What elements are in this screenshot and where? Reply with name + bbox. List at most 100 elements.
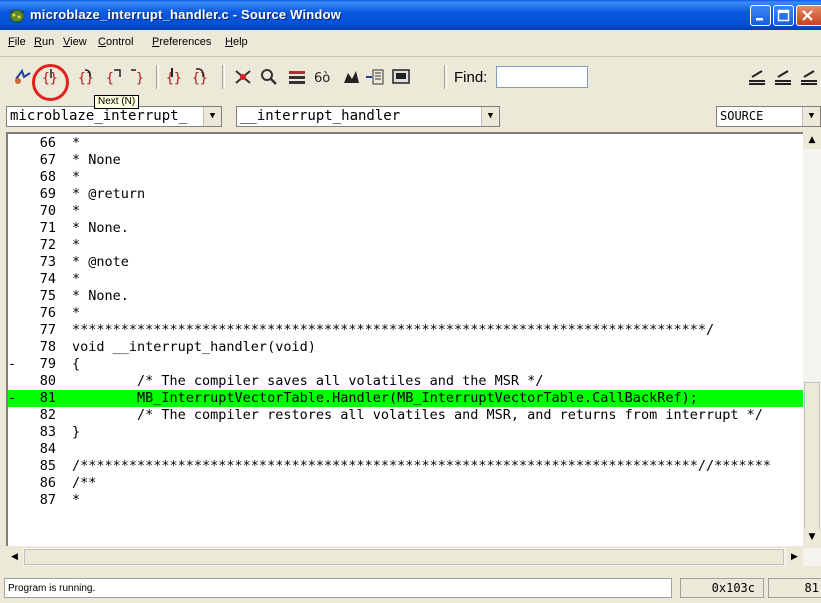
scroll-thumb[interactable] [24,549,784,565]
line-number: 83 [39,424,56,440]
run-icon[interactable] [12,65,34,89]
code-line[interactable]: 69 * @return [8,186,803,203]
code-text: * None [72,152,121,168]
code-line[interactable]: 74 * [8,271,803,288]
file-selector-value: microblaze_interrupt_ [10,108,188,124]
menu-run[interactable]: Run [34,36,54,48]
scroll-right-icon[interactable]: ▶ [786,548,803,566]
code-line[interactable]: - 79 { [8,356,803,373]
find-label: Find: [454,69,488,86]
code-text: } [72,424,81,440]
code-line[interactable]: 80 /* The compiler saves all volatiles a… [8,373,803,390]
finish-icon[interactable]: { [104,65,126,89]
horizontal-scrollbar[interactable]: ◀ ▶ [6,548,821,566]
code-line[interactable]: 68 * [8,169,803,186]
function-selector[interactable]: __interrupt_handler ▼ [236,106,500,127]
code-text: /** [72,475,97,491]
line-number: 72 [39,237,56,253]
chevron-down-icon[interactable]: ▼ [203,107,221,126]
locals-icon[interactable]: 6ò [312,65,334,89]
code-line[interactable]: 66 * [8,135,803,152]
menu-help[interactable]: Help [225,36,248,48]
line-number: 84 [39,441,56,457]
code-text: * [72,169,81,185]
scroll-thumb[interactable] [804,382,820,542]
code-line[interactable]: 85 /*************************************… [8,458,803,475]
minimize-button[interactable] [750,5,771,26]
scroll-down-icon[interactable]: ▼ [803,529,821,546]
code-line[interactable]: 71 * None. [8,220,803,237]
code-line[interactable]: 75 * None. [8,288,803,305]
code-line[interactable]: 77 **************************************… [8,322,803,339]
line-number: 78 [39,339,56,355]
stepi-icon[interactable]: {} [164,65,186,89]
breakpoint-marker[interactable]: - [8,390,16,407]
code-text: * [72,237,81,253]
frame-up-icon[interactable] [746,65,768,89]
mode-selector[interactable]: SOURCE ▼ [716,106,821,127]
menu-view[interactable]: View [63,36,87,48]
code-line[interactable]: 78 void __interrupt_handler(void) [8,339,803,356]
svg-text:{}: {} [166,71,182,86]
code-line[interactable]: 82 /* The compiler restores all volatile… [8,407,803,424]
code-line[interactable]: 72 * [8,237,803,254]
chevron-down-icon[interactable]: ▼ [802,107,820,126]
svg-text:{}: {} [192,71,208,86]
app-bug-icon [8,7,26,23]
toolbar-separator [156,65,159,89]
menu-control[interactable]: Control [98,36,133,48]
line-number: 70 [39,203,56,219]
code-line[interactable]: 73 * @note [8,254,803,271]
close-button[interactable] [796,5,821,26]
svg-text:6ò: 6ò [314,71,330,86]
registers-icon[interactable] [364,65,386,89]
chevron-down-icon[interactable]: ▼ [481,107,499,126]
status-bar: Program is running. 0x103c 81 [0,574,821,603]
frame-bottom-icon[interactable] [798,65,820,89]
code-text: * [72,305,81,321]
code-line[interactable]: 76 * [8,305,803,322]
line-number: 81 [39,390,56,406]
code-line[interactable]: 86 /** [8,475,803,492]
code-line[interactable]: 83} [8,424,803,441]
code-line[interactable]: 67 * None [8,152,803,169]
breakpoints-icon[interactable] [232,65,254,89]
code-line[interactable]: 70 * [8,203,803,220]
frame-down-icon[interactable] [772,65,794,89]
scroll-left-icon[interactable]: ◀ [6,548,23,566]
vertical-scrollbar[interactable]: ▲ ▼ [803,132,821,546]
stack-icon[interactable] [286,65,308,89]
status-address: 0x103c [680,578,764,598]
memory-icon[interactable] [340,65,362,89]
nexti-icon[interactable]: {} [190,65,212,89]
toolbar-separator [444,65,447,89]
next-tooltip: Next (N) [94,95,140,109]
next-icon[interactable]: {} [76,65,98,89]
code-line[interactable]: 87 * [8,492,803,509]
console-icon[interactable] [390,65,412,89]
breakpoint-marker[interactable]: - [8,356,16,373]
status-message: Program is running. [4,578,672,598]
svg-text:}: } [136,71,144,86]
find-input[interactable] [496,66,588,88]
code-text: { [72,356,81,372]
menu-bar: File Run View Control Preferences Help [0,30,821,57]
line-number: 68 [39,169,56,185]
menu-preferences[interactable]: Preferences [152,36,211,48]
menu-file[interactable]: File [8,36,26,48]
line-number: 85 [39,458,56,474]
scroll-up-icon[interactable]: ▲ [803,132,821,149]
current-line[interactable]: - 81 MB_InterruptVectorTable.Handler(MB_I… [8,390,803,407]
window-title: microblaze_interrupt_handler.c - Source … [30,7,342,22]
code-text: MB_InterruptVectorTable.Handler(MB_Inter… [72,390,698,406]
source-code-area[interactable]: 66 * 67 * None 68 * 69 * @return 70 * 71 * None. 72 *… [6,132,803,546]
watch-icon[interactable] [258,65,280,89]
continue-icon[interactable]: } [128,65,150,89]
code-text: * [72,492,81,508]
title-bar: microblaze_interrupt_handler.c - Source … [0,0,821,30]
code-line[interactable]: 84 [8,441,803,458]
file-selector[interactable]: microblaze_interrupt_ ▼ [6,106,222,127]
code-text: /* The compiler saves all volatiles and … [72,373,544,389]
maximize-button[interactable] [773,5,794,26]
line-number: 82 [39,407,56,423]
